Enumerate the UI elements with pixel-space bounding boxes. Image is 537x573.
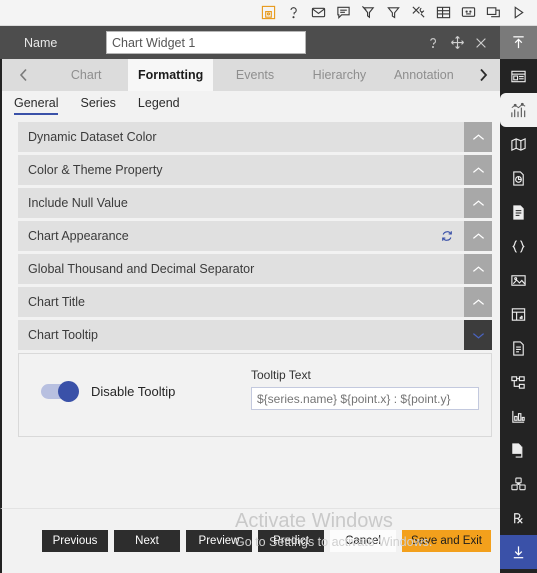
filter-clear-icon[interactable] — [356, 2, 381, 24]
filter-icon[interactable] — [381, 2, 406, 24]
section-title: Global Thousand and Decimal Separator — [28, 262, 255, 276]
document-chart-icon[interactable] — [500, 161, 537, 195]
settings-body: Dynamic Dataset Color Color & Theme Prop… — [0, 118, 500, 508]
tab-events[interactable]: Events — [212, 59, 298, 91]
section-title: Chart Appearance — [28, 229, 129, 243]
widget-name-bar: Name — [0, 26, 500, 59]
tab-label: Formatting — [137, 68, 204, 82]
window-controls — [422, 32, 500, 54]
next-button[interactable]: Next — [114, 530, 180, 552]
right-icon-rail — [500, 26, 537, 573]
tooltip-text-input[interactable] — [251, 387, 479, 410]
section-title: Include Null Value — [28, 196, 128, 210]
chevron-up-icon[interactable] — [464, 287, 492, 317]
tab-hierarchy[interactable]: Hierarchy — [297, 59, 382, 91]
chevron-up-icon[interactable] — [464, 155, 492, 185]
disable-tooltip-toggle[interactable] — [41, 381, 79, 402]
help-icon[interactable] — [422, 32, 444, 54]
comment-icon[interactable] — [331, 2, 356, 24]
tab-chart[interactable]: Chart — [44, 59, 129, 91]
section-title: Chart Tooltip — [28, 328, 98, 342]
subtab-series[interactable]: Series — [80, 96, 115, 113]
previous-button[interactable]: Previous — [42, 530, 108, 552]
tooltip-text-field-group: Tooltip Text — [251, 368, 479, 410]
preview-button[interactable]: Preview — [186, 530, 252, 552]
help-icon[interactable] — [281, 2, 306, 24]
widget-icon[interactable] — [500, 59, 537, 93]
cube-group-icon[interactable] — [500, 467, 537, 501]
bar-stats-icon[interactable] — [500, 399, 537, 433]
code-braces-icon[interactable] — [500, 229, 537, 263]
chevron-up-icon[interactable] — [464, 122, 492, 152]
tab-label: Chart — [70, 68, 102, 82]
chevron-left-icon[interactable] — [2, 59, 44, 91]
move-icon[interactable] — [446, 32, 468, 54]
download-icon[interactable] — [500, 535, 537, 569]
close-icon[interactable] — [470, 32, 492, 54]
play-icon[interactable] — [506, 2, 531, 24]
tab-label: Annotation — [393, 68, 454, 82]
section-chart-appearance[interactable]: Chart Appearance — [18, 221, 492, 251]
section-global-thousand-decimal-separator[interactable]: Global Thousand and Decimal Separator — [18, 254, 492, 284]
top-toolbar — [0, 0, 537, 26]
section-include-null-value[interactable]: Include Null Value — [18, 188, 492, 218]
subtab-label: General — [14, 96, 59, 110]
window-copy-icon[interactable] — [481, 2, 506, 24]
section-title: Color & Theme Property — [28, 163, 163, 177]
section-chart-tooltip[interactable]: Chart Tooltip — [18, 320, 492, 350]
chart-widget-settings-window: Name Chart Formatting — [0, 0, 537, 573]
save-and-exit-button[interactable]: Save and Exit — [402, 530, 491, 552]
copy-page-icon[interactable] — [500, 433, 537, 467]
chevron-up-icon[interactable] — [464, 254, 492, 284]
presentation-icon[interactable] — [456, 2, 481, 24]
toggle-knob — [58, 381, 79, 402]
footer-button-bar: Previous Next Preview Predict Cancel Sav… — [0, 508, 500, 573]
collapse-panel-button[interactable] — [500, 26, 537, 59]
document-icon[interactable] — [500, 195, 537, 229]
chart-tooltip-panel: Disable Tooltip Tooltip Text — [18, 353, 492, 437]
tab-label: Events — [235, 68, 275, 82]
cancel-button[interactable]: Cancel — [330, 530, 396, 552]
save-icon[interactable] — [256, 2, 281, 24]
chevron-down-icon[interactable] — [464, 320, 492, 350]
disable-tooltip-label: Disable Tooltip — [91, 384, 176, 399]
mail-icon[interactable] — [306, 2, 331, 24]
section-title: Dynamic Dataset Color — [28, 130, 157, 144]
image-icon[interactable] — [500, 263, 537, 297]
chevron-right-icon[interactable] — [466, 59, 501, 91]
tools-icon[interactable] — [406, 2, 431, 24]
predict-button[interactable]: Predict — [258, 530, 324, 552]
section-color-theme-property[interactable]: Color & Theme Property — [18, 155, 492, 185]
subtab-general[interactable]: General — [14, 96, 59, 115]
tab-bar: Chart Formatting Events Hierarchy Annota… — [0, 59, 501, 91]
rx-icon[interactable] — [500, 501, 537, 535]
tab-annotation[interactable]: Annotation — [381, 59, 467, 91]
tab-formatting[interactable]: Formatting — [128, 59, 213, 91]
refresh-icon[interactable] — [440, 229, 454, 243]
tab-label: Hierarchy — [312, 68, 367, 82]
subtab-label: Legend — [137, 96, 180, 110]
chart-icon[interactable] — [500, 93, 537, 127]
chevron-up-icon[interactable] — [464, 188, 492, 218]
subtab-label: Series — [80, 96, 116, 110]
table-icon[interactable] — [431, 2, 456, 24]
sub-tab-bar: General Series Legend — [0, 91, 500, 118]
disable-tooltip-row: Disable Tooltip — [41, 381, 176, 402]
section-chart-title[interactable]: Chart Title — [18, 287, 492, 317]
widget-name-input[interactable] — [106, 31, 306, 54]
grid-card-icon[interactable] — [500, 297, 537, 331]
hierarchy-icon[interactable] — [500, 365, 537, 399]
report-icon[interactable] — [500, 331, 537, 365]
subtab-legend[interactable]: Legend — [138, 96, 180, 113]
map-icon[interactable] — [500, 127, 537, 161]
section-dynamic-dataset-color[interactable]: Dynamic Dataset Color — [18, 122, 492, 152]
chevron-up-icon[interactable] — [464, 221, 492, 251]
section-title: Chart Title — [28, 295, 85, 309]
name-label: Name — [24, 35, 58, 50]
tooltip-text-label: Tooltip Text — [251, 368, 311, 382]
